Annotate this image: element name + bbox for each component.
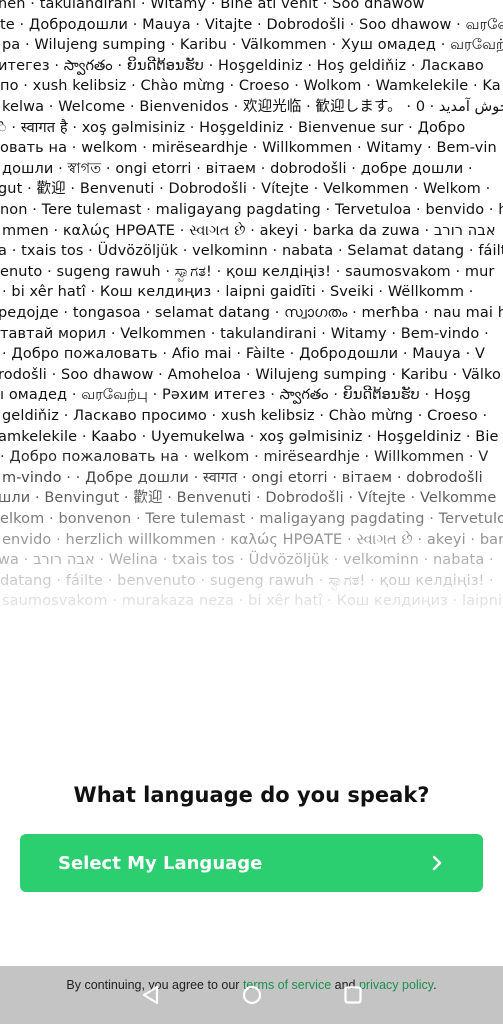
welcome-line: amkelekile · Kaabo · Uyemukelwa · xoş gə… (0, 428, 499, 445)
select-language-button[interactable]: Select My Language (20, 834, 483, 892)
welcome-line: a · txais tos · Üdvözöljük · velkominn ·… (0, 243, 503, 260)
welcome-line: шли · Benvingut · 歡迎 · Benvenuti · Dobro… (0, 490, 497, 507)
welcome-line: редојде · tongasoa · selamat datang · സ്… (0, 305, 503, 321)
recents-square-icon[interactable] (342, 984, 364, 1006)
welcome-line: mmen · καλώς ΗΡΘΑΤΕ · સ્વાગત છે · akeyi … (2, 222, 496, 239)
privacy-policy-link[interactable]: privacy policy (359, 978, 433, 992)
home-circle-icon[interactable] (241, 984, 263, 1006)
welcome-line: · Добро пожаловать на · welkom · mirësea… (0, 449, 489, 466)
welcome-line: gut · 歡迎 · Benvenuti · Dobrodošli · Víte… (0, 181, 491, 198)
welcome-line: enuto · sugeng rawuh · ಸ್ವಾಗತ! · қош кел… (0, 263, 495, 280)
welcome-line: овать на · welkom · mirëseardhje · Willk… (0, 140, 497, 157)
welcome-line: тавтай морил · Velkommen · takulandirani… (0, 325, 489, 342)
welcome-wall: nen · takulandirani · Witamy · Bine ati … (0, 0, 503, 640)
welcome-line: te · Добродошли · Mauya · Vitajte · Dobr… (0, 16, 503, 33)
chevron-right-icon (432, 855, 442, 871)
terms-suffix: . (433, 978, 437, 992)
welcome-line: saumosvakom · murakaza neza · bi xêr hat… (2, 593, 503, 610)
welcome-line: по · xush kelibsiz · Chào mừng · Croeso … (0, 78, 501, 95)
select-language-label: Select My Language (58, 852, 263, 874)
welcome-line: rodošli · Soo dhawow · Amoheloa · Wiluje… (0, 366, 501, 383)
welcome-line: kelwa · Welcome · Bienvenidos · 欢迎光临 · 歓… (2, 99, 503, 115)
language-question: What language do you speak? (73, 783, 430, 807)
welcome-line: ॆ · स्वागत है · xoş gəlmisiniz · Hoşgeld… (0, 119, 466, 136)
welcome-line: дошли · স্বাগত · ongi etorri · вітаем · … (2, 160, 473, 177)
back-triangle-icon[interactable] (140, 984, 162, 1006)
welcome-line: wa · אבה רורב · Welina · txais tos · Üdv… (0, 552, 494, 569)
welcome-line: m-vindo · · Добре дошли · स्वागत · ongi … (2, 469, 483, 486)
welcome-line: nen · takulandirani · Witamy · Bine ati … (0, 0, 425, 12)
welcome-line: non · Tere tulemast · maligayang pagdati… (0, 202, 503, 218)
welcome-line: elkom · bonvenon · Tere tulemast · malig… (0, 511, 503, 527)
welcome-line: datang · fáilte · benvenuto · sugeng raw… (0, 572, 494, 589)
welcome-line: envido · herzlich willkommen · καλώς ΗΡΘ… (2, 531, 503, 548)
welcome-line: · Добро пожаловать · Afio mai · Fàilte ·… (2, 346, 486, 363)
welcome-line: geldiňiz · Ласкаво просимо · xush kelibs… (2, 408, 488, 424)
welcome-line: pa · Wilujeng sumping · Karibu · Välkomm… (2, 37, 503, 54)
welcome-line: · bi xêr hatî · Кош келдиңиз · laipni ga… (2, 284, 474, 301)
welcome-line: итегез · స్వాగతం · ຍິນດີຕ້ອນຮັບ · Hoşgel… (0, 57, 484, 74)
welcome-line: ı омадед · வரவேற்பு · Рәхим итегез · స్వ… (0, 387, 471, 404)
